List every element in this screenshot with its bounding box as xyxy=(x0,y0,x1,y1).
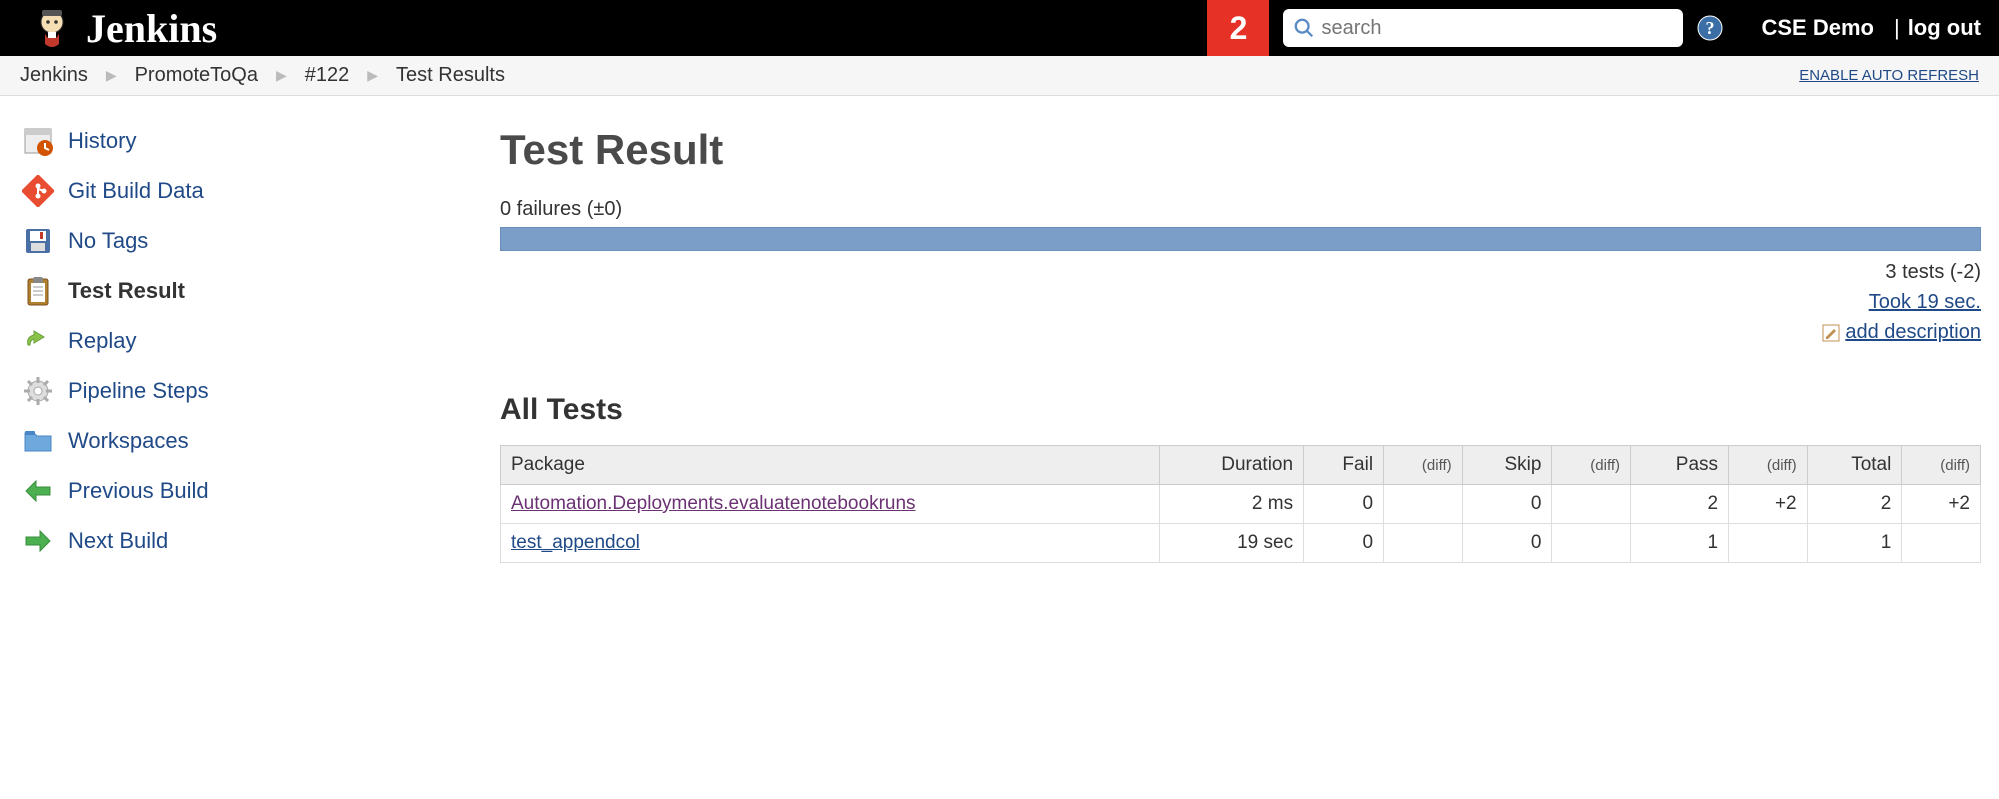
sidebar-item-testresult[interactable]: Test Result xyxy=(22,266,500,316)
col-total[interactable]: Total xyxy=(1807,446,1902,485)
sidebar-item-label: Workspaces xyxy=(68,428,189,454)
col-skip[interactable]: Skip xyxy=(1462,446,1552,485)
search-icon xyxy=(1293,17,1315,39)
cell-total-diff xyxy=(1902,524,1981,563)
cell-pass: 2 xyxy=(1631,485,1729,524)
sidebar-item-label: History xyxy=(68,128,136,154)
save-icon xyxy=(22,225,54,257)
breadcrumb-item[interactable]: Jenkins xyxy=(20,64,88,87)
cell-pass: 1 xyxy=(1631,524,1729,563)
breadcrumb-item[interactable]: Test Results xyxy=(396,64,505,87)
sidebar-item-label: Test Result xyxy=(68,278,185,304)
sidebar-item-prev-build[interactable]: Previous Build xyxy=(22,466,500,516)
tests-table: Package Duration Fail (diff) Skip (diff)… xyxy=(500,445,1981,563)
search-box[interactable] xyxy=(1283,9,1683,47)
sidebar-item-label: Git Build Data xyxy=(68,178,204,204)
cell-fail-diff xyxy=(1384,485,1463,524)
separator: | xyxy=(1894,15,1900,41)
sidebar-item-workspaces[interactable]: Workspaces xyxy=(22,416,500,466)
sidebar-item-pipeline[interactable]: Pipeline Steps xyxy=(22,366,500,416)
section-title: All Tests xyxy=(500,393,1981,427)
col-pass-diff[interactable]: (diff) xyxy=(1729,446,1808,485)
git-icon xyxy=(22,175,54,207)
tests-count: 3 tests (-2) xyxy=(500,257,1981,287)
cell-fail: 0 xyxy=(1304,524,1384,563)
add-description-link[interactable]: add description xyxy=(1845,317,1981,347)
auto-refresh-link[interactable]: ENABLE AUTO REFRESH xyxy=(1799,67,1979,84)
cell-total: 2 xyxy=(1807,485,1902,524)
table-header-row: Package Duration Fail (diff) Skip (diff)… xyxy=(501,446,1981,485)
cell-fail: 0 xyxy=(1304,485,1384,524)
edit-icon xyxy=(1821,322,1841,342)
failures-summary: 0 failures (±0) xyxy=(500,198,1981,221)
table-row: Automation.Deployments.evaluatenotebookr… xyxy=(501,485,1981,524)
arrow-left-icon xyxy=(22,475,54,507)
chevron-right-icon: ▶ xyxy=(276,67,287,84)
col-skip-diff[interactable]: (diff) xyxy=(1552,446,1631,485)
cell-fail-diff xyxy=(1384,524,1463,563)
package-link[interactable]: Automation.Deployments.evaluatenotebookr… xyxy=(511,493,916,514)
arrow-right-icon xyxy=(22,525,54,557)
main-content: Test Result 0 failures (±0) 3 tests (-2)… xyxy=(500,96,1999,566)
cell-pass-diff: +2 xyxy=(1729,485,1808,524)
cell-total-diff: +2 xyxy=(1902,485,1981,524)
user-link[interactable]: CSE Demo xyxy=(1761,15,1873,41)
logo-text: Jenkins xyxy=(86,5,217,52)
package-link[interactable]: test_appendcol xyxy=(511,532,640,553)
duration-link[interactable]: Took 19 sec. xyxy=(1869,291,1981,313)
jenkins-icon xyxy=(28,4,76,52)
col-duration[interactable]: Duration xyxy=(1160,446,1304,485)
col-fail-diff[interactable]: (diff) xyxy=(1384,446,1463,485)
cell-total: 1 xyxy=(1807,524,1902,563)
progress-bar xyxy=(500,227,1981,251)
history-icon xyxy=(22,125,54,157)
logout-link[interactable]: log out xyxy=(1908,15,1981,41)
cell-pass-diff xyxy=(1729,524,1808,563)
search-input[interactable] xyxy=(1321,17,1673,40)
cell-skip: 0 xyxy=(1462,485,1552,524)
notification-badge[interactable]: 2 xyxy=(1207,0,1269,56)
header: Jenkins 2 ? CSE Demo | log out xyxy=(0,0,1999,56)
cell-package: Automation.Deployments.evaluatenotebookr… xyxy=(501,485,1160,524)
help-icon[interactable]: ? xyxy=(1697,15,1723,41)
cell-skip-diff xyxy=(1552,524,1631,563)
clipboard-icon xyxy=(22,275,54,307)
sidebar: History Git Build Data No Tags Test Resu… xyxy=(0,96,500,566)
chevron-right-icon: ▶ xyxy=(367,67,378,84)
svg-text:?: ? xyxy=(1706,18,1715,38)
logo[interactable]: Jenkins xyxy=(0,4,217,52)
cell-package: test_appendcol xyxy=(501,524,1160,563)
sidebar-item-label: Replay xyxy=(68,328,136,354)
sidebar-item-label: Previous Build xyxy=(68,478,209,504)
sidebar-item-replay[interactable]: Replay xyxy=(22,316,500,366)
sidebar-item-notags[interactable]: No Tags xyxy=(22,216,500,266)
table-row: test_appendcol19 sec0011 xyxy=(501,524,1981,563)
replay-icon xyxy=(22,325,54,357)
breadcrumb-item[interactable]: PromoteToQa xyxy=(135,64,258,87)
cell-duration: 19 sec xyxy=(1160,524,1304,563)
sidebar-item-label: Next Build xyxy=(68,528,168,554)
gear-icon xyxy=(22,375,54,407)
cell-skip: 0 xyxy=(1462,524,1552,563)
breadcrumb: Jenkins ▶ PromoteToQa ▶ #122 ▶ Test Resu… xyxy=(0,56,1999,96)
cell-skip-diff xyxy=(1552,485,1631,524)
folder-icon xyxy=(22,425,54,457)
sidebar-item-label: No Tags xyxy=(68,228,148,254)
page-title: Test Result xyxy=(500,126,1981,174)
sidebar-item-git[interactable]: Git Build Data xyxy=(22,166,500,216)
chevron-right-icon: ▶ xyxy=(106,67,117,84)
sidebar-item-history[interactable]: History xyxy=(22,116,500,166)
cell-duration: 2 ms xyxy=(1160,485,1304,524)
sidebar-item-label: Pipeline Steps xyxy=(68,378,209,404)
col-pass[interactable]: Pass xyxy=(1631,446,1729,485)
breadcrumb-item[interactable]: #122 xyxy=(305,64,350,87)
col-total-diff[interactable]: (diff) xyxy=(1902,446,1981,485)
sidebar-item-next-build[interactable]: Next Build xyxy=(22,516,500,566)
col-fail[interactable]: Fail xyxy=(1304,446,1384,485)
col-package[interactable]: Package xyxy=(501,446,1160,485)
